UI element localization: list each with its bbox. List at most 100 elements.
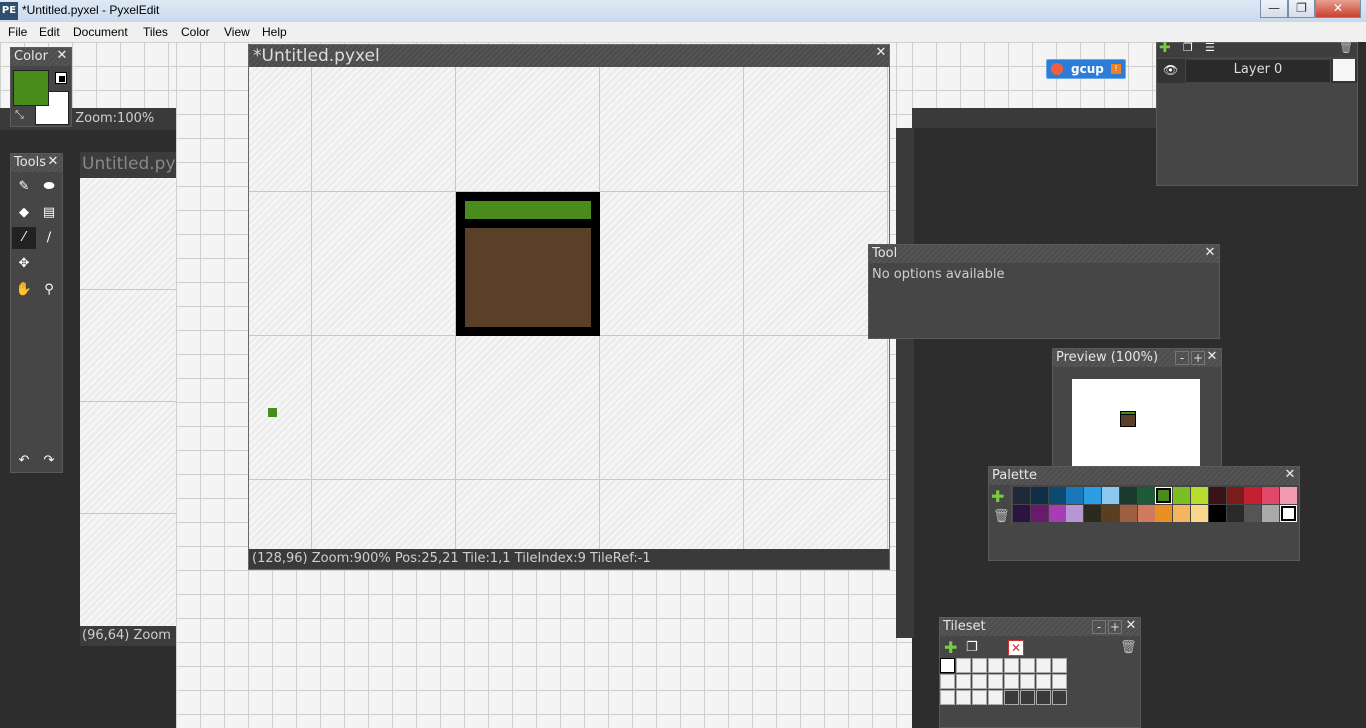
- gcup-badge[interactable]: gcup !: [1046, 59, 1126, 79]
- close-window-button[interactable]: ✕: [1315, 0, 1361, 18]
- palette-swatch[interactable]: [1244, 505, 1262, 522]
- palette-swatch[interactable]: [1102, 505, 1119, 522]
- palette-swatch[interactable]: [1066, 505, 1084, 522]
- tileset-cell[interactable]: [956, 674, 971, 689]
- tileset-zoom-out-button[interactable]: -: [1092, 620, 1106, 634]
- palette-swatch[interactable]: [1191, 505, 1208, 522]
- tileset-cell[interactable]: [956, 658, 971, 673]
- duplicate-layer-icon[interactable]: ❐: [1183, 41, 1193, 54]
- tileset-cell[interactable]: [1020, 674, 1035, 689]
- palette-swatch[interactable]: [1119, 487, 1137, 504]
- tileset-cell[interactable]: [940, 674, 955, 689]
- tileset-cell[interactable]: [972, 690, 987, 705]
- tileset-cell[interactable]: [1004, 674, 1019, 689]
- document-close-button[interactable]: ✕: [873, 45, 889, 61]
- tileset-close-button[interactable]: ✕: [1124, 619, 1138, 633]
- palette-swatch[interactable]: [1262, 505, 1280, 522]
- palette-swatch[interactable]: [1030, 487, 1048, 504]
- tileset-cell[interactable]: [1052, 690, 1067, 705]
- tool-options-close-button[interactable]: ✕: [1203, 246, 1217, 260]
- palette-swatch[interactable]: [1173, 487, 1191, 504]
- primary-color-swatch[interactable]: [13, 70, 49, 106]
- tileset-cell[interactable]: [1036, 674, 1051, 689]
- move-tool-icon[interactable]: ✥: [12, 253, 36, 275]
- brush-tool-icon[interactable]: ∕: [37, 227, 61, 249]
- color-panel-close-button[interactable]: ✕: [55, 49, 69, 63]
- pencil-tool-icon[interactable]: ✎: [12, 176, 36, 198]
- palette-swatch[interactable]: [1066, 487, 1084, 504]
- palette-swatch[interactable]: [1048, 487, 1066, 504]
- menu-color[interactable]: Color: [181, 25, 210, 39]
- palette-swatch[interactable]: [1137, 487, 1155, 504]
- palette-swatch[interactable]: [1119, 505, 1137, 522]
- tools-panel-close-button[interactable]: ✕: [46, 155, 60, 169]
- fill-bucket-tool-icon[interactable]: ◆: [12, 202, 36, 224]
- palette-swatch[interactable]: [1208, 505, 1226, 522]
- zoom-tool-icon[interactable]: ⚲: [37, 279, 61, 301]
- tileset-cell[interactable]: [988, 658, 1003, 673]
- palette-swatch[interactable]: [1280, 505, 1297, 522]
- undo-icon[interactable]: ↶: [12, 450, 36, 472]
- palette-swatch[interactable]: [1226, 505, 1244, 522]
- tileset-cell[interactable]: [988, 674, 1003, 689]
- color-picker-tool-icon[interactable]: ⁄: [12, 227, 36, 249]
- swap-colors-icon[interactable]: [55, 72, 67, 84]
- tileset-cell[interactable]: [1020, 690, 1035, 705]
- minimize-button[interactable]: —: [1260, 0, 1288, 18]
- palette-swatch[interactable]: [1262, 487, 1280, 504]
- palette-swatch[interactable]: [1084, 505, 1102, 522]
- add-color-icon[interactable]: ✚: [991, 487, 1004, 506]
- redo-icon[interactable]: ↷: [37, 450, 61, 472]
- maximize-button[interactable]: ❐: [1288, 0, 1315, 18]
- palette-swatch[interactable]: [1226, 487, 1244, 504]
- menu-file[interactable]: File: [8, 25, 27, 39]
- menu-view[interactable]: View: [224, 25, 250, 39]
- tileset-zoom-in-button[interactable]: +: [1108, 620, 1122, 634]
- duplicate-tile-icon[interactable]: ❐: [966, 640, 978, 655]
- delete-tile-icon[interactable]: ✕: [1008, 640, 1024, 656]
- reset-colors-icon[interactable]: ⤡: [15, 108, 24, 122]
- tileset-cell[interactable]: [1004, 658, 1019, 673]
- palette-swatch[interactable]: [1173, 505, 1191, 522]
- palette-swatch[interactable]: [1048, 505, 1066, 522]
- tileset-cell[interactable]: [1052, 674, 1067, 689]
- tileset-grid[interactable]: [940, 658, 1070, 708]
- tileset-cell[interactable]: [972, 674, 987, 689]
- add-tile-icon[interactable]: ✚: [944, 638, 957, 657]
- layer-visibility-icon[interactable]: 👁: [1163, 63, 1178, 77]
- palette-swatch[interactable]: [1191, 487, 1208, 504]
- tileset-trash-icon[interactable]: 🗑: [1120, 640, 1137, 655]
- preview-close-button[interactable]: ✕: [1205, 350, 1219, 364]
- tileset-cell[interactable]: [972, 658, 987, 673]
- menu-tiles[interactable]: Tiles: [143, 25, 168, 39]
- tileset-cell[interactable]: [1036, 690, 1051, 705]
- tileset-cell[interactable]: [940, 690, 955, 705]
- preview-zoom-in-button[interactable]: +: [1191, 351, 1205, 365]
- delete-layer-icon[interactable]: 🗑: [1339, 41, 1353, 54]
- palette-swatch[interactable]: [1280, 487, 1297, 504]
- eraser-tool-icon[interactable]: ⬬: [37, 176, 61, 198]
- palette-swatch[interactable]: [1155, 505, 1173, 522]
- menu-help[interactable]: Help: [262, 25, 287, 39]
- hand-tool-icon[interactable]: ✋: [12, 279, 36, 301]
- tileset-cell[interactable]: [1004, 690, 1019, 705]
- preview-zoom-out-button[interactable]: -: [1175, 351, 1189, 365]
- tileset-cell[interactable]: [1036, 658, 1051, 673]
- palette-swatch[interactable]: [1013, 487, 1030, 504]
- palette-swatch[interactable]: [1244, 487, 1262, 504]
- palette-swatch[interactable]: [1030, 505, 1048, 522]
- select-tool-icon[interactable]: ▤: [37, 202, 61, 224]
- tileset-cell[interactable]: [940, 658, 955, 673]
- palette-swatch[interactable]: [1155, 487, 1173, 504]
- palette-swatch[interactable]: [1084, 487, 1102, 504]
- tileset-cell[interactable]: [956, 690, 971, 705]
- palette-swatch[interactable]: [1208, 487, 1226, 504]
- menu-document[interactable]: Document: [73, 25, 128, 39]
- tileset-cell[interactable]: [1052, 658, 1067, 673]
- drawing-canvas[interactable]: [249, 67, 889, 549]
- palette-swatch[interactable]: [1013, 505, 1030, 522]
- palette-close-button[interactable]: ✕: [1283, 468, 1297, 482]
- add-layer-icon[interactable]: ✚: [1159, 40, 1171, 56]
- palette-swatch[interactable]: [1102, 487, 1119, 504]
- tileset-cell[interactable]: [988, 690, 1003, 705]
